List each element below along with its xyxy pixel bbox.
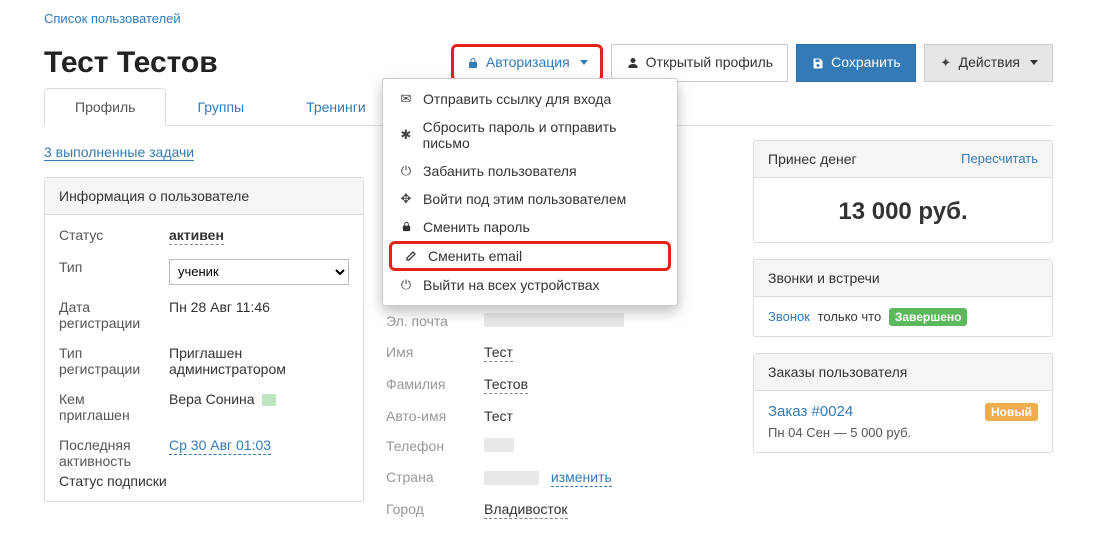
page-title: Тест Тестов — [44, 46, 218, 80]
auth-dropdown-button[interactable]: Авторизация — [451, 44, 603, 82]
floppy-icon — [811, 57, 825, 69]
user-icon — [626, 57, 640, 69]
completed-tasks-link[interactable]: 3 выполненные задачи — [44, 144, 194, 161]
money-heading: Принес денег — [768, 151, 857, 167]
money-panel: Принес денег Пересчитать 13 000 руб. — [753, 140, 1053, 243]
orders-heading: Заказы пользователя — [754, 354, 1052, 391]
reg-date-label: Дата регистрации — [59, 299, 159, 331]
lock-small-icon — [399, 221, 413, 232]
reg-type-label: Тип регистрации — [59, 345, 159, 377]
email-label: Эл. почта — [386, 313, 466, 330]
public-profile-button[interactable]: Открытый профиль — [611, 44, 788, 82]
actions-button-label: Действия — [959, 53, 1020, 73]
money-badge-icon — [262, 394, 276, 406]
dd-change-email[interactable]: Сменить email — [389, 241, 671, 271]
call-status-badge: Завершено — [889, 308, 968, 326]
asterisk-icon: ✱ — [399, 127, 413, 143]
dd-ban-user[interactable]: ⏻ Забанить пользователя — [383, 157, 677, 185]
dd-change-password[interactable]: Сменить пароль — [383, 213, 677, 241]
actions-dropdown-button[interactable]: ✦ Действия — [924, 44, 1053, 82]
auth-dropdown-menu: ✉ Отправить ссылку для входа ✱ Сбросить … — [382, 78, 678, 306]
calls-panel: Звонки и встречи Звонок только что Завер… — [753, 259, 1053, 337]
status-value[interactable]: активен — [169, 227, 224, 245]
bolt-icon: ✦ — [939, 54, 953, 72]
status-label: Статус — [59, 227, 159, 245]
last-name-value[interactable]: Тестов — [484, 376, 528, 394]
edit-icon — [404, 250, 418, 262]
subscription-status-label: Статус подписки — [59, 473, 349, 489]
call-when: только что — [818, 309, 882, 324]
envelope-icon: ✉ — [399, 91, 413, 107]
recalculate-link[interactable]: Пересчитать — [961, 151, 1038, 166]
user-info-panel: Информация о пользователе Статус активен… — [44, 177, 364, 502]
order-details: Пн 04 Сен — 5 000 руб. — [768, 425, 1038, 440]
power-icon: ⏻ — [399, 163, 413, 179]
public-profile-label: Открытый профиль — [646, 53, 773, 73]
caret-down-icon — [580, 60, 588, 65]
order-link[interactable]: Заказ #0024 — [768, 403, 853, 420]
dd-login-as[interactable]: ✥ Войти под этим пользователем — [383, 185, 677, 213]
lock-icon — [466, 57, 480, 69]
header-actions: Авторизация Открытый профиль Сохранить ✦… — [451, 44, 1053, 82]
user-info-heading: Информация о пользователе — [45, 178, 363, 215]
email-value — [484, 313, 624, 327]
auto-name-value: Тест — [484, 408, 731, 424]
country-change[interactable]: изменить — [551, 469, 612, 487]
phone-label: Телефон — [386, 438, 466, 455]
save-button-label: Сохранить — [831, 53, 901, 73]
city-value[interactable]: Владивосток — [484, 501, 568, 519]
invited-by-value[interactable]: Вера Сонина — [169, 391, 255, 407]
orders-panel: Заказы пользователя Заказ #0024 Новый Пн… — [753, 353, 1053, 453]
auto-name-label: Авто-имя — [386, 408, 466, 424]
tab-profile[interactable]: Профиль — [44, 88, 166, 126]
country-flag — [484, 471, 539, 485]
move-icon: ✥ — [399, 191, 413, 207]
city-label: Город — [386, 501, 466, 519]
reg-date-value: Пн 28 Авг 11:46 — [169, 299, 349, 331]
call-link[interactable]: Звонок — [768, 309, 810, 324]
last-activity-label: Последняя активность — [59, 437, 159, 469]
auth-button-label: Авторизация — [486, 53, 570, 73]
invited-by-label: Кем приглашен — [59, 391, 159, 423]
last-name-label: Фамилия — [386, 376, 466, 394]
tab-trainings[interactable]: Тренинги — [275, 88, 397, 126]
order-badge: Новый — [985, 403, 1038, 421]
dd-send-login-link[interactable]: ✉ Отправить ссылку для входа — [383, 85, 677, 113]
country-label: Страна — [386, 469, 466, 487]
last-activity-value[interactable]: Ср 30 Авг 01:03 — [169, 437, 271, 455]
caret-down-icon — [1030, 60, 1038, 65]
dd-logout-all[interactable]: ⏻ Выйти на всех устройствах — [383, 271, 677, 299]
money-amount: 13 000 руб. — [768, 190, 1038, 230]
reg-type-value: Приглашен администратором — [169, 345, 349, 377]
phone-value — [484, 438, 514, 452]
type-select[interactable]: ученик — [169, 259, 349, 285]
dd-reset-password[interactable]: ✱ Сбросить пароль и отправить письмо — [383, 113, 677, 157]
save-button[interactable]: Сохранить — [796, 44, 916, 82]
breadcrumb-users-list[interactable]: Список пользователей — [44, 11, 181, 26]
power-icon: ⏻ — [399, 277, 413, 293]
type-label: Тип — [59, 259, 159, 285]
first-name-value[interactable]: Тест — [484, 344, 513, 362]
tab-groups[interactable]: Группы — [166, 88, 275, 126]
calls-heading: Звонки и встречи — [754, 260, 1052, 297]
first-name-label: Имя — [386, 344, 466, 362]
